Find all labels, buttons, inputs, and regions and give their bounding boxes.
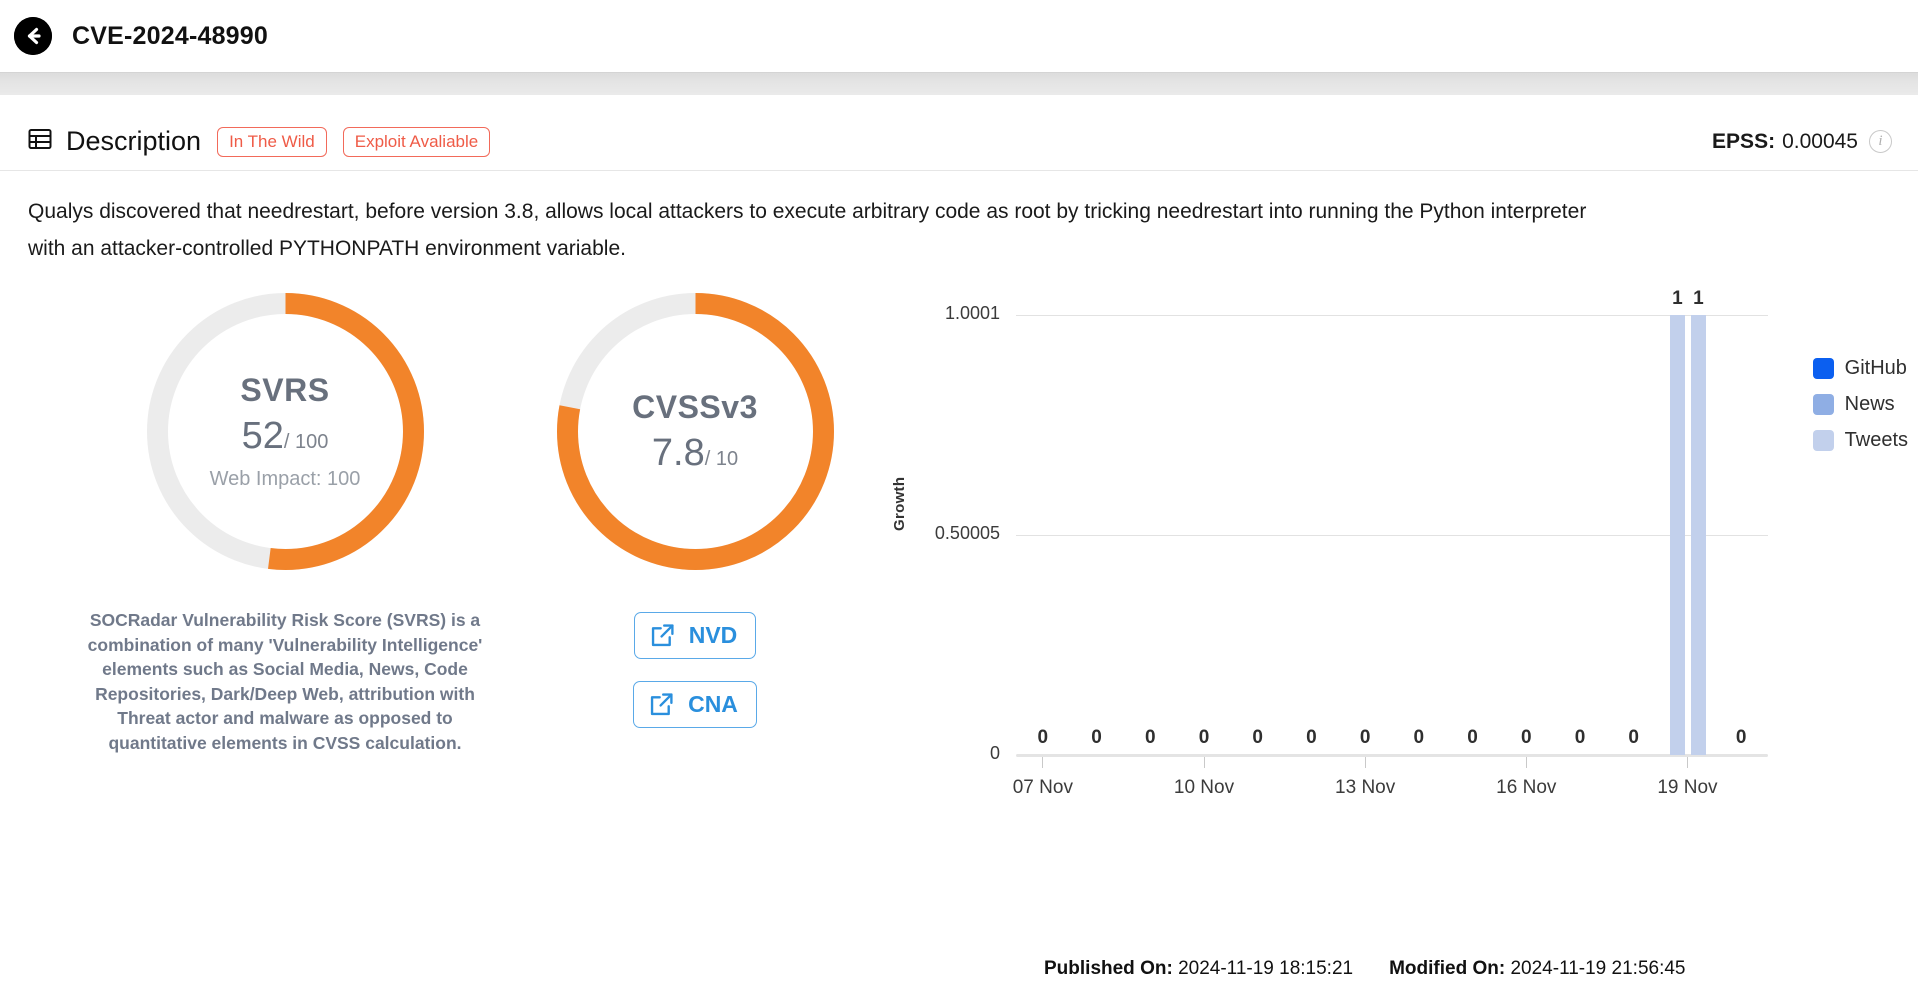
nvd-link-button[interactable]: NVD xyxy=(633,612,757,659)
bar-value-label: 0 xyxy=(1091,727,1102,748)
bar-value-label: 1 xyxy=(1693,288,1704,309)
back-button[interactable] xyxy=(14,17,52,55)
info-circle-icon[interactable]: i xyxy=(1869,130,1892,153)
svrs-explanation: SOCRadar Vulnerability Risk Score (SVRS)… xyxy=(87,610,483,753)
x-axis-tick-label: 07 Nov xyxy=(1012,777,1073,798)
y-axis-tick-label: 0 xyxy=(989,743,1000,763)
bar-value-label: 0 xyxy=(1037,727,1049,748)
cna-link-label: CNA xyxy=(688,691,738,717)
cna-link-button[interactable]: CNA xyxy=(633,681,757,728)
x-axis-tick-label: 13 Nov xyxy=(1335,777,1396,798)
epss-value: 0.00045 xyxy=(1782,129,1858,153)
nvd-link-label: NVD xyxy=(688,622,738,648)
status-badge-exploit-available[interactable]: Exploit Avaliable xyxy=(342,126,491,157)
main-content: SVRS 52/ 100 Web Impact: 100 SOCRadar Vu… xyxy=(0,267,1918,899)
chart-legend: GitHub News Tweets xyxy=(1812,357,1908,452)
bar-value-label: 0 xyxy=(1574,727,1586,748)
bar-value-label: 0 xyxy=(1413,727,1425,748)
y-axis-tick-label: 0.50005 xyxy=(934,523,1000,543)
record-dates: Published On: 2024-11-19 18:15:21 Modifi… xyxy=(1044,958,1686,980)
bar-value-label: 0 xyxy=(1306,727,1317,748)
legend-swatch-icon xyxy=(1812,394,1834,415)
top-bar: CVE-2024-48990 xyxy=(0,0,1918,72)
page-title: CVE-2024-48990 xyxy=(72,21,268,50)
epss-label: EPSS: xyxy=(1712,129,1776,153)
modified-on: Modified On: 2024-11-19 21:56:45 xyxy=(1389,958,1685,980)
table-list-icon xyxy=(28,127,52,156)
legend-item[interactable]: News xyxy=(1812,393,1908,416)
x-axis-tick-label: 16 Nov xyxy=(1496,777,1557,798)
growth-chart: Growth 1.0001 0.50005 0 0 0 0 0 0 0 0 0 0 0 0 0 1 1 0 07 … xyxy=(890,279,1918,899)
gridline xyxy=(1016,535,1768,536)
bar-value-label: 0 xyxy=(1628,727,1639,748)
chart-bar[interactable] xyxy=(1691,315,1707,755)
section-divider-band xyxy=(0,72,1918,95)
external-link-icon xyxy=(649,622,676,649)
description-header: Description In The Wild Exploit Avaliabl… xyxy=(0,113,1918,171)
modified-on-label: Modified On: xyxy=(1389,958,1506,979)
bar-value-label: 0 xyxy=(1735,727,1747,748)
published-on-value: 2024-11-19 18:15:21 xyxy=(1178,958,1354,979)
cvss-denominator: / 10 xyxy=(704,447,739,470)
legend-item[interactable]: GitHub xyxy=(1812,357,1908,380)
svrs-gauge-labels: SVRS 52/ 100 Web Impact: 100 xyxy=(133,279,438,584)
legend-item[interactable]: Tweets xyxy=(1812,429,1908,452)
description-text: Qualys discovered that needrestart, befo… xyxy=(28,200,1587,260)
bar-value-label: 0 xyxy=(1252,727,1263,748)
x-axis-tick xyxy=(1525,757,1527,768)
cvss-gauge-wrap: CVSSv3 7.8/ 10 xyxy=(530,279,860,584)
arrow-left-circle-icon xyxy=(14,17,52,55)
chart-bar[interactable] xyxy=(1670,315,1686,755)
svrs-panel: SVRS 52/ 100 Web Impact: 100 SOCRadar Vu… xyxy=(0,279,560,755)
status-badge-in-the-wild[interactable]: In The Wild xyxy=(217,126,327,157)
chart-plot-area: 0 0 0 0 0 0 0 0 0 0 0 0 1 1 0 07 Nov 10 Nov 13 Nov 16 Nov 1… xyxy=(1012,279,1768,815)
bar-value-label: 0 xyxy=(1467,727,1478,748)
legend-swatch-icon xyxy=(1812,358,1834,379)
svrs-gauge: SVRS 52/ 100 Web Impact: 100 xyxy=(133,279,438,584)
svrs-web-impact: Web Impact: 100 xyxy=(209,468,361,490)
section-title: Description xyxy=(66,126,202,156)
legend-item-label: GitHub xyxy=(1844,357,1907,379)
bar-value-label: 0 xyxy=(1520,727,1532,748)
bar-value-label: 0 xyxy=(1359,727,1371,748)
reference-links: NVD CNA xyxy=(530,612,860,750)
svrs-score: 52/ 100 xyxy=(242,415,329,458)
svrs-gauge-wrap: SVRS 52/ 100 Web Impact: 100 xyxy=(10,279,560,584)
cvss-value: 7.8 xyxy=(651,431,705,474)
epss-indicator: EPSS: 0.00045 i xyxy=(1712,130,1892,154)
bar-value-label: 0 xyxy=(1144,727,1156,748)
x-axis-tick-label: 19 Nov xyxy=(1657,777,1718,798)
bar-value-label: 1 xyxy=(1672,288,1683,309)
svrs-name: SVRS xyxy=(240,372,330,408)
cvss-panel: CVSSv3 7.8/ 10 NVD CNA xyxy=(530,279,860,750)
y-axis-tick-label: 1.0001 xyxy=(944,303,1000,323)
svrs-denominator: / 100 xyxy=(283,431,329,453)
bar-value-label: 0 xyxy=(1198,727,1210,748)
x-axis-line xyxy=(1016,754,1768,757)
published-on-label: Published On: xyxy=(1044,958,1173,979)
cvss-gauge: CVSSv3 7.8/ 10 xyxy=(543,279,848,584)
gridline xyxy=(1016,315,1768,316)
band-gap xyxy=(0,95,1918,113)
external-link-icon xyxy=(648,691,675,718)
legend-item-label: Tweets xyxy=(1844,429,1908,451)
cvss-name: CVSSv3 xyxy=(632,388,758,425)
cvss-score: 7.8/ 10 xyxy=(652,432,738,475)
svrs-value: 52 xyxy=(241,415,284,457)
x-axis-tick xyxy=(1203,757,1205,768)
legend-swatch-icon xyxy=(1812,430,1834,451)
x-axis-tick xyxy=(1042,757,1044,768)
published-on: Published On: 2024-11-19 18:15:21 xyxy=(1044,958,1353,980)
cvss-gauge-labels: CVSSv3 7.8/ 10 xyxy=(543,279,848,584)
legend-item-label: News xyxy=(1844,393,1895,415)
x-axis-tick-label: 10 Nov xyxy=(1173,777,1235,798)
x-axis-tick xyxy=(1686,757,1688,768)
y-axis-ticks: 1.0001 0.50005 0 xyxy=(890,279,1000,899)
x-axis-tick xyxy=(1364,757,1366,768)
modified-on-value: 2024-11-19 21:56:45 xyxy=(1510,958,1686,979)
